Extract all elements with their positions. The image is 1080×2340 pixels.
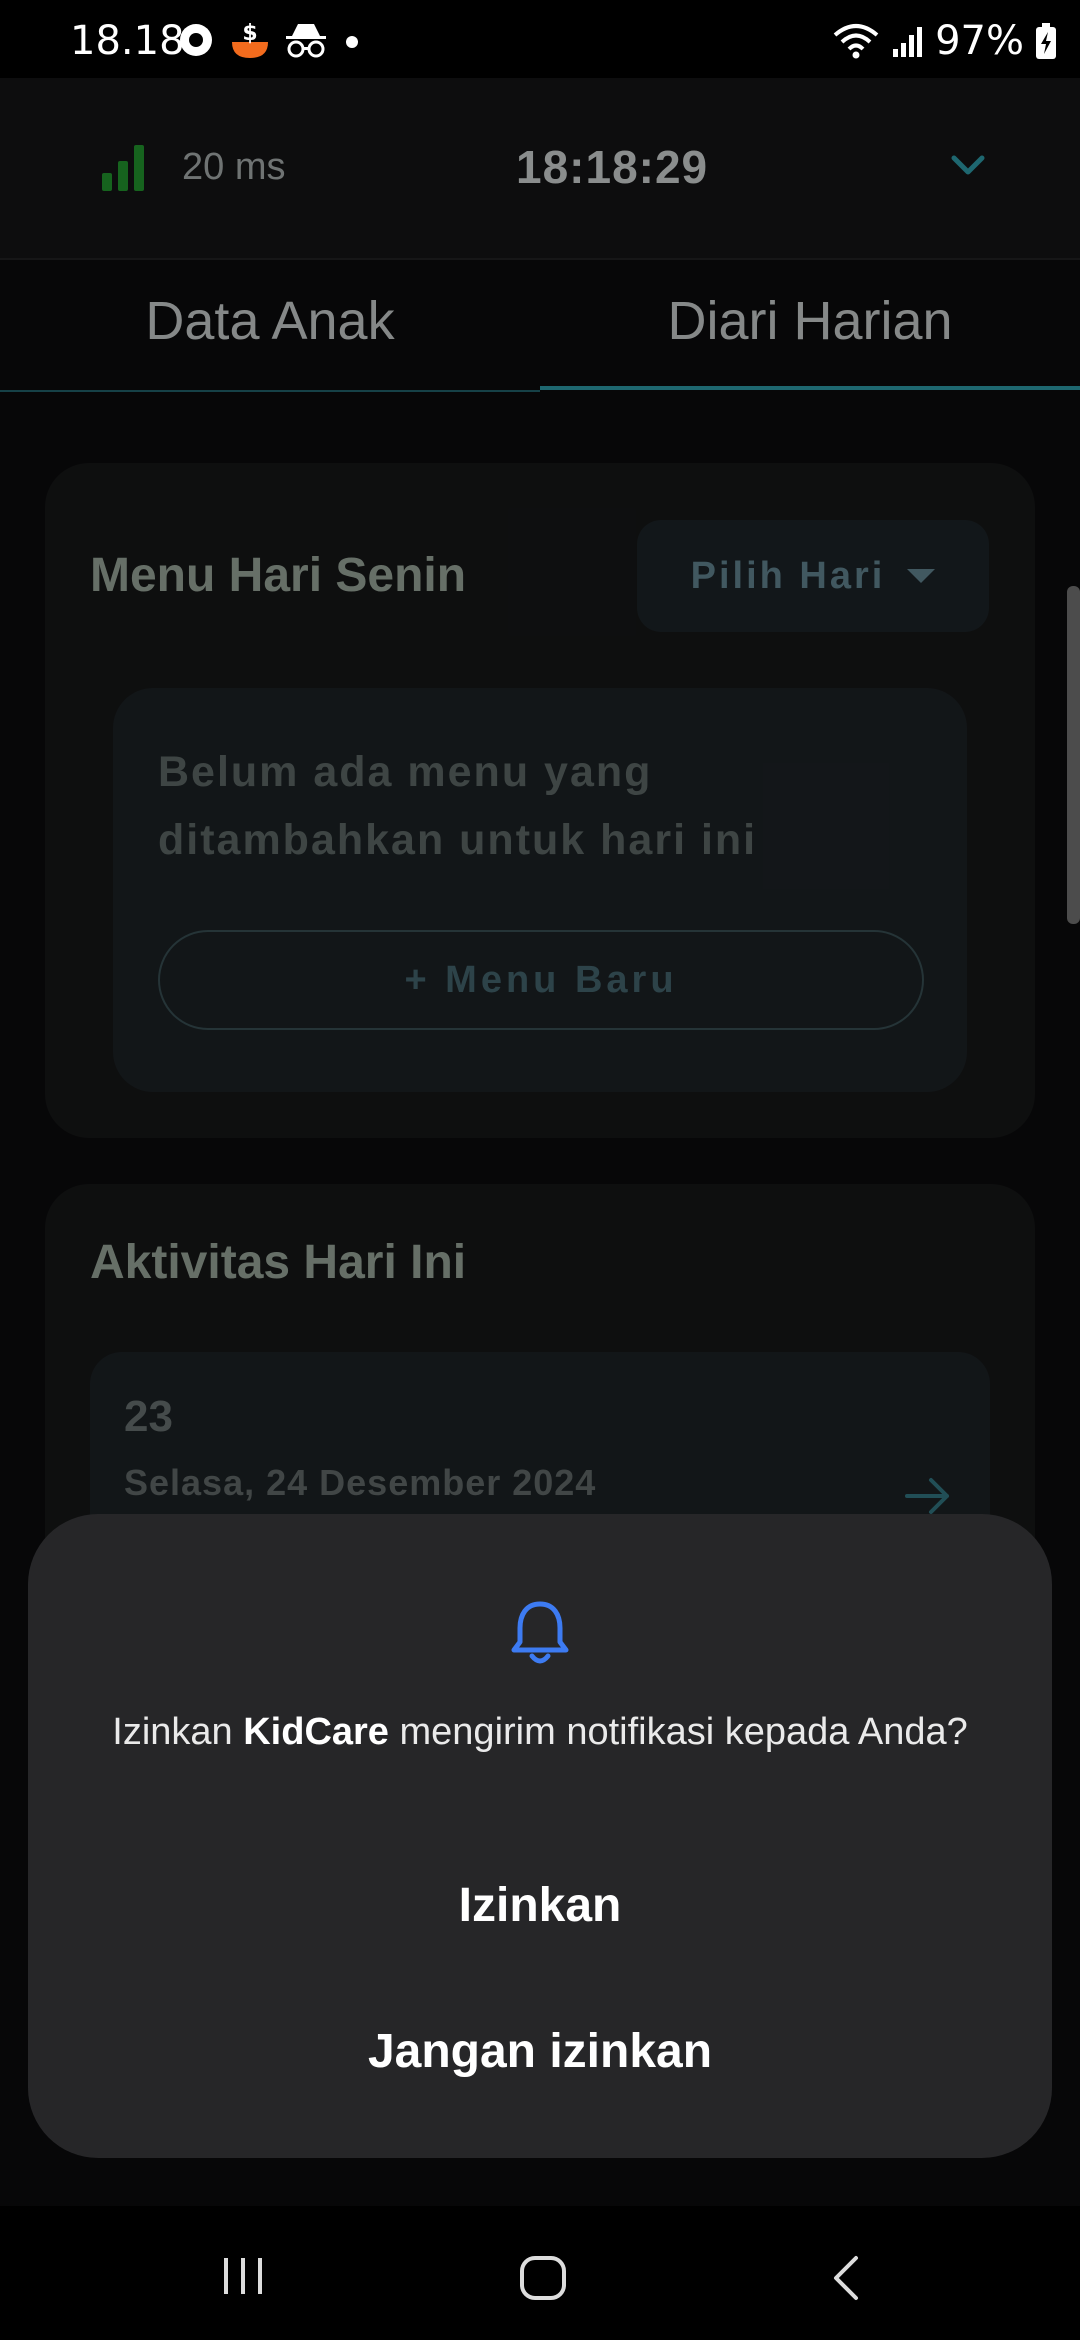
wifi-icon: [833, 24, 879, 59]
svg-text:$: $: [242, 21, 257, 46]
allow-button[interactable]: Izinkan: [28, 1878, 1052, 1933]
status-notification-icons: $: [176, 20, 362, 60]
deny-button[interactable]: Jangan izinkan: [28, 2024, 1052, 2079]
location-icon: [180, 24, 212, 56]
dialog-app-name: KidCare: [243, 1711, 389, 1753]
back-icon[interactable]: [826, 2254, 866, 2302]
recent-apps-icon[interactable]: [218, 2254, 268, 2298]
status-bar: 18.18 $ 97%: [0, 0, 1080, 78]
dialog-message-prefix: Izinkan: [112, 1711, 244, 1753]
system-nav-bar: [0, 2206, 1080, 2340]
battery-percent: 97%: [935, 18, 1024, 64]
shop-app-icon: $: [232, 21, 268, 58]
home-icon[interactable]: [518, 2254, 568, 2302]
status-time: 18.18: [70, 18, 185, 64]
signal-icon: [893, 27, 923, 57]
status-right: 97%: [831, 18, 1058, 64]
dialog-message-suffix: mengirim notifikasi kepada Anda?: [388, 1711, 968, 1753]
incognito-icon: [286, 24, 326, 58]
bell-icon: [511, 1601, 569, 1664]
dot-icon: [346, 36, 358, 48]
battery-charging-icon: [1036, 23, 1056, 59]
dialog-message: Izinkan KidCare mengirim notifikasi kepa…: [100, 1706, 980, 1758]
